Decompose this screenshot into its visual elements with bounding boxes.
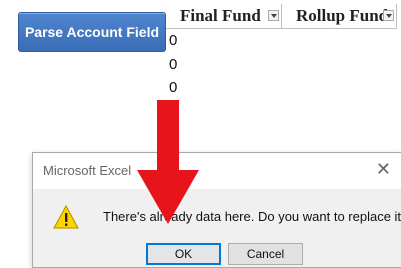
cell-value[interactable]: 0 bbox=[169, 32, 177, 49]
cell-value[interactable]: 0 bbox=[169, 79, 177, 96]
column-header-label: Final Fund bbox=[180, 6, 261, 25]
close-icon[interactable]: ✕ bbox=[376, 159, 391, 180]
dialog-title-bar: Microsoft Excel ✕ bbox=[33, 153, 401, 189]
dialog-title: Microsoft Excel bbox=[43, 163, 132, 178]
dialog-message: There's already data here. Do you want t… bbox=[103, 209, 401, 224]
parse-account-field-button[interactable]: Parse Account Field bbox=[18, 12, 166, 52]
column-header-label: Rollup Fund bbox=[296, 6, 389, 25]
cell-value[interactable]: 0 bbox=[169, 56, 177, 73]
ok-button[interactable]: OK bbox=[146, 243, 221, 265]
replace-data-dialog: Microsoft Excel ✕ There's already data h… bbox=[32, 152, 401, 268]
column-header-row: Final Fund Rollup Fund bbox=[166, 4, 397, 29]
warning-icon bbox=[53, 205, 79, 229]
cancel-button[interactable]: Cancel bbox=[228, 243, 303, 265]
filter-dropdown-icon[interactable] bbox=[268, 10, 279, 21]
column-header-rollup-fund[interactable]: Rollup Fund bbox=[282, 4, 397, 28]
filter-dropdown-icon[interactable] bbox=[383, 10, 394, 21]
column-header-final-fund[interactable]: Final Fund bbox=[166, 4, 282, 28]
